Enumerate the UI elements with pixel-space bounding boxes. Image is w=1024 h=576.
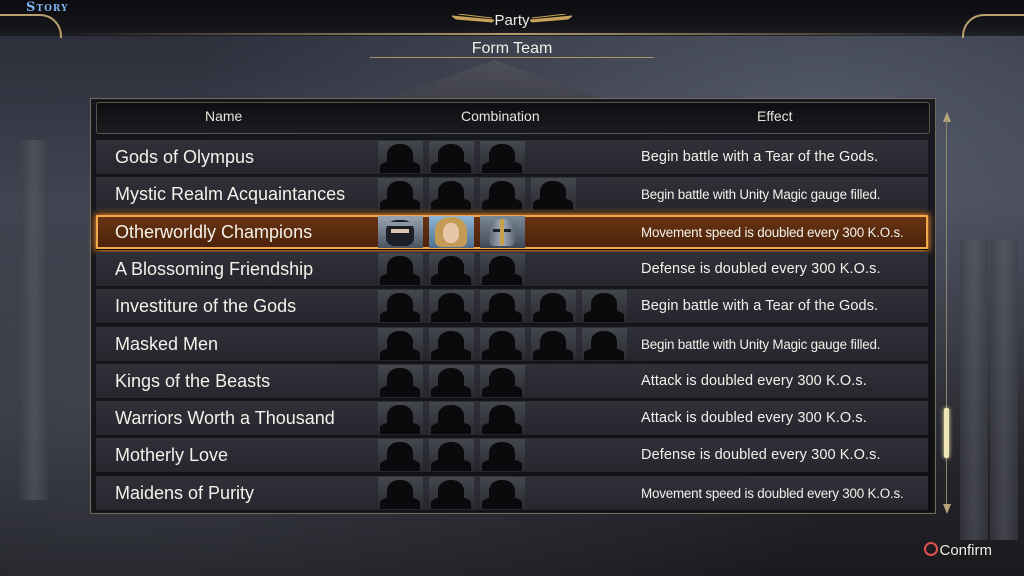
- silhouette-icon: [378, 290, 423, 322]
- confirm-label: Confirm: [939, 542, 992, 559]
- silhouette-icon: [378, 402, 423, 434]
- team-effect: Begin battle with a Tear of the Gods.: [641, 298, 879, 314]
- table-row[interactable]: Warriors Worth a Thousand Attack is doubl…: [96, 401, 928, 436]
- header-combination: Combination: [461, 108, 540, 124]
- silhouette-icon: [480, 365, 525, 397]
- team-effect: Movement speed is doubled every 300 K.O.…: [641, 486, 904, 501]
- scroll-down-icon[interactable]: [943, 504, 951, 514]
- team-name: Otherworldly Champions: [115, 222, 313, 242]
- silhouette-icon: [480, 477, 525, 509]
- silhouette-icon: [429, 141, 474, 173]
- team-effect: Begin battle with Unity Magic gauge fill…: [641, 337, 881, 352]
- pillar-decoration: [960, 240, 988, 540]
- table-row[interactable]: Investiture of the Gods Begin battle with…: [96, 289, 928, 324]
- table-row[interactable]: A Blossoming Friendship Defense is double…: [96, 252, 928, 287]
- team-name: Investiture of the Gods: [115, 296, 297, 316]
- team-effect: Defense is doubled every 300 K.O.s.: [641, 261, 881, 277]
- silhouette-icon: [480, 290, 525, 322]
- wing-ornament-right-icon: [530, 14, 572, 23]
- team-name: Warriors Worth a Thousand: [115, 408, 335, 428]
- silhouette-icon: [429, 253, 474, 285]
- silhouette-icon: [531, 290, 576, 322]
- team-name: Maidens of Purity: [115, 483, 255, 503]
- team-effect: Attack is doubled every 300 K.O.s.: [641, 373, 867, 389]
- header-name: Name: [205, 108, 243, 124]
- team-name: A Blossoming Friendship: [115, 259, 314, 279]
- silhouette-icon: [378, 141, 423, 173]
- table-row[interactable]: Mystic Realm Acquaintances Begin battle w…: [96, 177, 928, 212]
- scrollbar-thumb[interactable]: [944, 408, 949, 458]
- silhouette-icon: [429, 178, 474, 210]
- silhouette-icon: [582, 290, 627, 322]
- table-row[interactable]: Kings of the Beasts Attack is doubled eve…: [96, 364, 928, 399]
- silhouette-icon: [480, 141, 525, 173]
- table-row[interactable]: Maidens of Purity Movement speed is doubl…: [96, 476, 928, 511]
- silhouette-icon: [429, 365, 474, 397]
- woman-warrior-icon: [429, 216, 474, 248]
- silhouette-icon: [378, 477, 423, 509]
- header-effect: Effect: [757, 108, 793, 124]
- silhouette-icon: [378, 178, 423, 210]
- team-effect: Defense is doubled every 300 K.O.s.: [641, 447, 881, 463]
- silhouette-icon: [480, 328, 525, 360]
- silhouette-icon: [480, 178, 525, 210]
- pillar-decoration: [20, 140, 48, 500]
- silhouette-icon: [378, 328, 423, 360]
- team-name: Kings of the Beasts: [115, 371, 271, 391]
- silhouette-icon: [531, 178, 576, 210]
- pillar-decoration: [990, 240, 1018, 540]
- silhouette-icon: [429, 477, 474, 509]
- silhouette-icon: [480, 439, 525, 471]
- top-bar: Story Party: [0, 0, 1024, 38]
- page-title: Form Team: [471, 40, 553, 57]
- team-effect: Begin battle with Unity Magic gauge fill…: [641, 187, 881, 202]
- team-effect: Begin battle with a Tear of the Gods.: [641, 149, 879, 165]
- table-row[interactable]: Masked Men Begin battle with Unity Magic …: [96, 327, 928, 362]
- team-name: Gods of Olympus: [115, 147, 255, 167]
- team-effect: Attack is doubled every 300 K.O.s.: [641, 410, 867, 426]
- silhouette-icon: [378, 253, 423, 285]
- silhouette-icon: [480, 253, 525, 285]
- silhouette-icon: [429, 328, 474, 360]
- silhouette-icon: [429, 290, 474, 322]
- circle-button-icon: [924, 542, 939, 556]
- top-divider: [60, 33, 964, 35]
- table-row[interactable]: Motherly Love Defense is doubled every 30…: [96, 438, 928, 473]
- scroll-up-icon[interactable]: [943, 112, 951, 122]
- silhouette-icon: [378, 365, 423, 397]
- team-effect: Movement speed is doubled every 300 K.O.…: [641, 225, 904, 240]
- team-name: Motherly Love: [115, 445, 229, 465]
- silhouette-icon: [531, 328, 576, 360]
- silhouette-icon: [582, 328, 627, 360]
- table-row[interactable]: Gods of Olympus Begin battle with a Tear …: [96, 140, 928, 175]
- silhouette-icon: [429, 402, 474, 434]
- team-name: Mystic Realm Acquaintances: [115, 184, 346, 204]
- silhouette-icon: [378, 439, 423, 471]
- confirm-button[interactable]: Confirm: [924, 542, 992, 559]
- ninja-icon: [378, 216, 423, 248]
- knight-icon: [480, 216, 525, 248]
- team-name: Masked Men: [115, 334, 219, 354]
- silhouette-icon: [480, 402, 525, 434]
- silhouette-icon: [429, 439, 474, 471]
- screen-title: Party: [494, 12, 530, 29]
- table-row[interactable]: Otherworldly Champions Movement speed is …: [96, 215, 928, 250]
